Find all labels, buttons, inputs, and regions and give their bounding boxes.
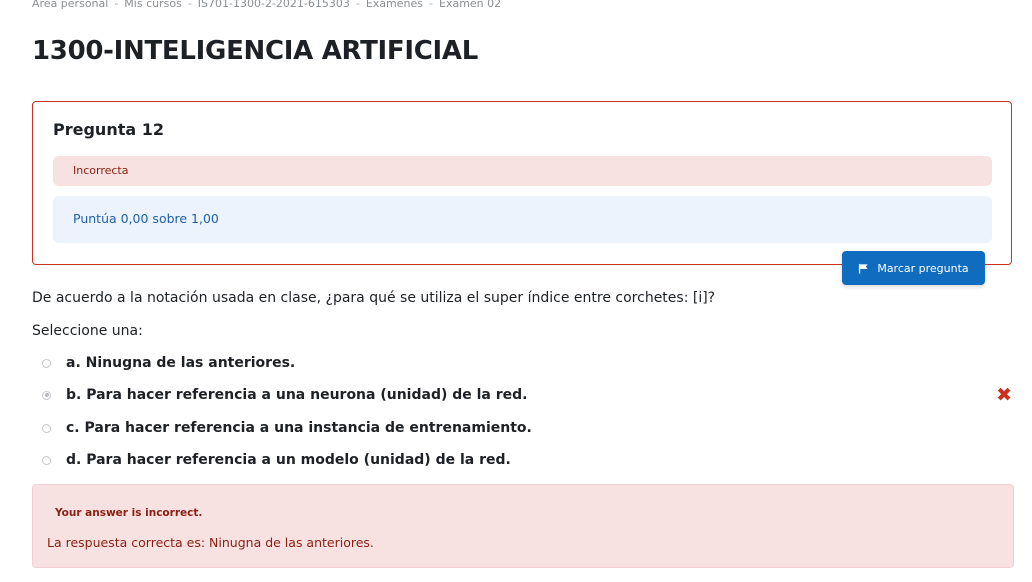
answer-prompt: Seleccione una: <box>32 323 143 339</box>
question-state-text: Incorrecta <box>73 164 129 177</box>
answer-option-label: a. Ninugna de las anteriores. <box>66 355 296 371</box>
page-title: 1300-INTELIGENCIA ARTIFICIAL <box>32 36 478 66</box>
question-text: De acuerdo a la notación usada en clase,… <box>32 290 716 306</box>
answer-option-label: c. Para hacer referencia a una instancia… <box>66 420 532 436</box>
breadcrumb-item-course[interactable]: IS701-1300-2-2021-615303 <box>198 0 350 10</box>
feedback-status: Your answer is incorrect. <box>55 507 203 519</box>
breadcrumb-item-examen-02[interactable]: Examen 02 <box>439 0 501 10</box>
answer-option-label: d. Para hacer referencia a un modelo (un… <box>66 452 511 468</box>
answer-option-a[interactable]: a. Ninugna de las anteriores. <box>40 351 1014 375</box>
flag-question-button[interactable]: Marcar pregunta <box>842 251 985 285</box>
radio-icon[interactable] <box>42 390 51 400</box>
flag-icon <box>858 263 869 274</box>
correct-answer-text: La respuesta correcta es: Ninugna de las… <box>47 535 374 550</box>
answer-option-label: b. Para hacer referencia a una neurona (… <box>66 387 528 403</box>
answer-option-b[interactable]: b. Para hacer referencia a una neurona (… <box>40 383 1014 407</box>
breadcrumb-item-mis-cursos[interactable]: Mis cursos <box>124 0 182 10</box>
radio-icon[interactable] <box>42 423 51 433</box>
breadcrumb-separator: - <box>187 0 192 10</box>
radio-icon[interactable] <box>42 358 51 368</box>
question-info-box: Pregunta 12 Incorrecta Puntúa 0,00 sobre… <box>32 101 1012 265</box>
answer-option-c[interactable]: c. Para hacer referencia a una instancia… <box>40 416 1014 440</box>
question-grade-box: Puntúa 0,00 sobre 1,00 <box>53 196 992 243</box>
question-number: Pregunta 12 <box>53 120 164 139</box>
flag-question-label: Marcar pregunta <box>877 261 969 275</box>
breadcrumb-separator: - <box>429 0 433 10</box>
radio-icon[interactable] <box>42 455 51 465</box>
question-grade-text: Puntúa 0,00 sobre 1,00 <box>73 211 219 226</box>
breadcrumb: Área personal - Mis cursos - IS701-1300-2-20… <box>32 0 501 12</box>
breadcrumb-separator: - <box>355 0 360 10</box>
breadcrumb-separator: - <box>114 0 119 10</box>
feedback-box: Your answer is incorrect. La respuesta c… <box>32 484 1014 568</box>
question-state-badge: Incorrecta <box>53 156 992 186</box>
times-icon: ✖ <box>996 384 1012 406</box>
answer-option-d[interactable]: d. Para hacer referencia a un modelo (un… <box>40 448 1014 472</box>
breadcrumb-item-examenes[interactable]: Exámenes <box>366 0 423 10</box>
breadcrumb-item-area-personal[interactable]: Área personal <box>32 0 108 10</box>
